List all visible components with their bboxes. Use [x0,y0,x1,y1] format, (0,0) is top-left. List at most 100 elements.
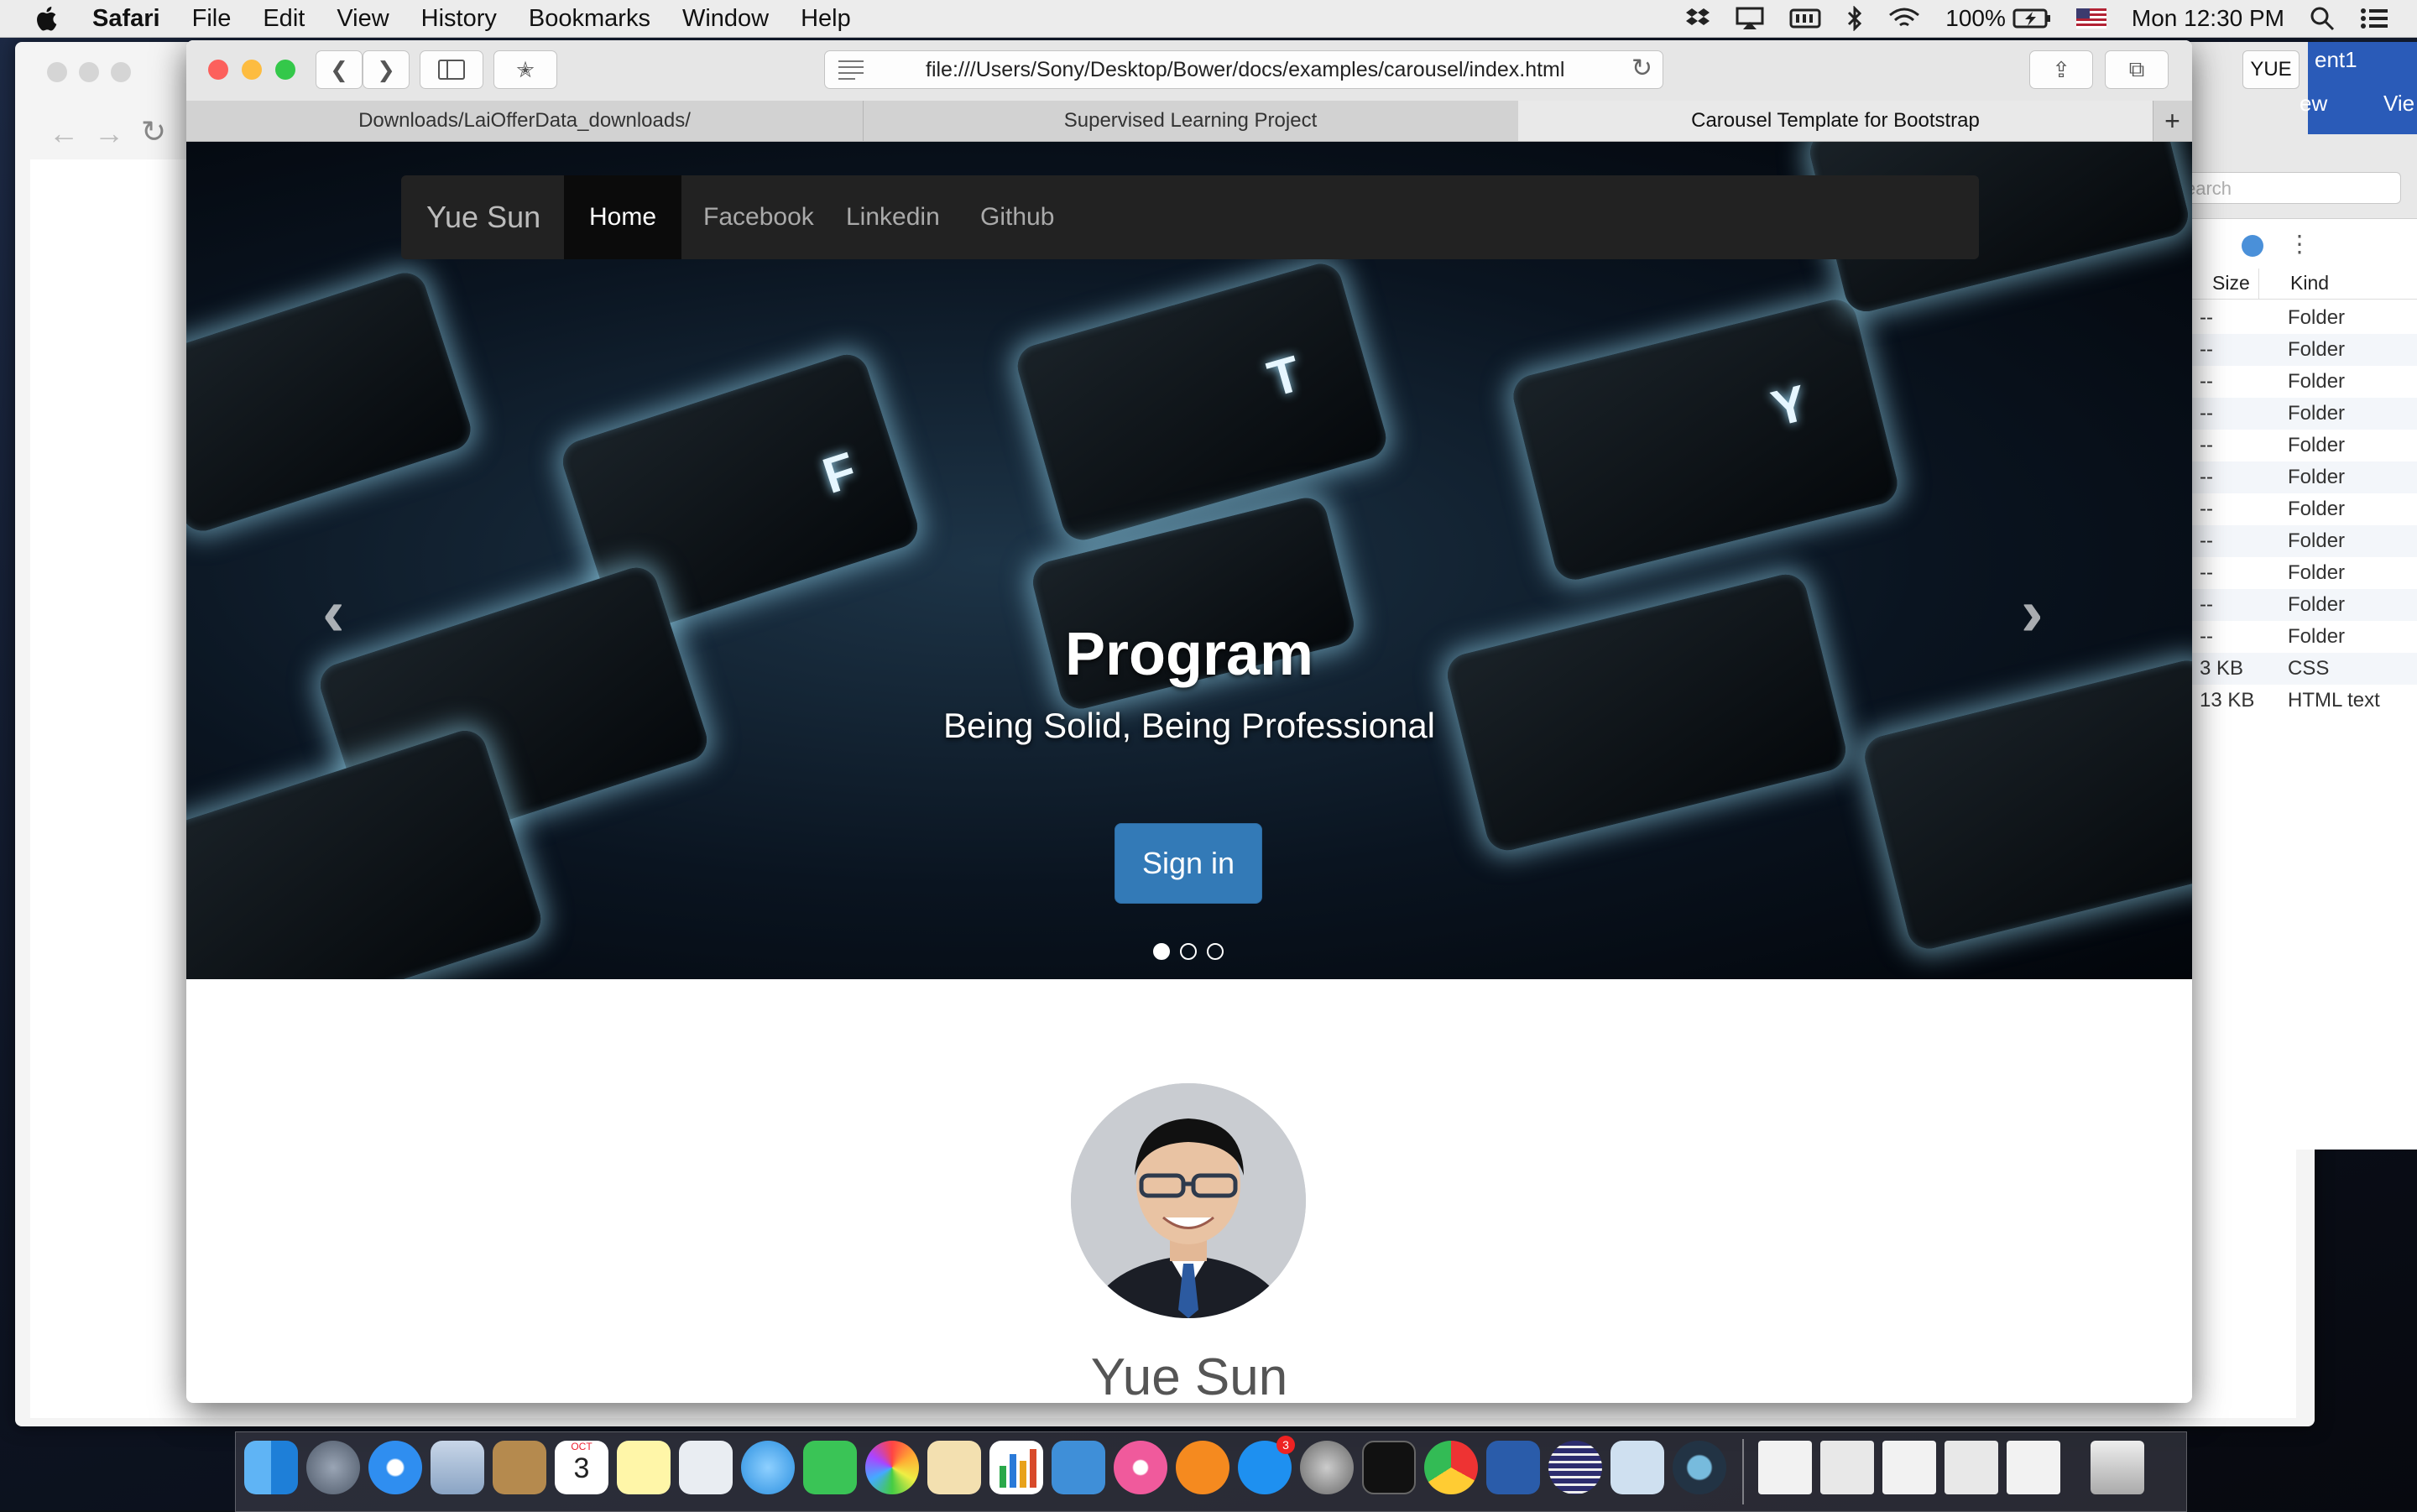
safari-dock-icon[interactable] [368,1441,422,1494]
finder-file-row[interactable]: 13 KB HTML text [2174,685,2417,717]
safari-window[interactable]: ❮ ❯ ✭ file:///Users/Sony/Desktop/Bower/d… [186,40,2192,1403]
notification-center-icon[interactable] [2360,7,2388,30]
finder-globe-icon[interactable] [2242,235,2263,257]
finder-file-row[interactable]: -- Folder [2174,589,2417,621]
finder-file-row[interactable]: -- Folder [2174,366,2417,398]
menu-bookmarks[interactable]: Bookmarks [529,5,650,33]
chrome-dock-icon[interactable] [1424,1441,1478,1494]
finder-file-row[interactable]: -- Folder [2174,461,2417,493]
background-reload-icon[interactable]: ↻ [141,114,166,149]
wifi-icon[interactable] [1888,7,1920,30]
clock[interactable]: Mon 12:30 PM [2132,5,2284,32]
sidebar-button[interactable] [420,50,483,89]
finder-more-icon[interactable]: ⋮ [2288,230,2311,258]
system-preferences-dock-icon[interactable] [1300,1441,1354,1494]
calendar-dock-icon[interactable]: OCT 3 [555,1441,608,1494]
memory-icon[interactable] [1789,8,1821,29]
finder-file-row[interactable]: -- Folder [2174,398,2417,430]
reload-icon[interactable]: ↻ [1631,54,1652,83]
battery-icon[interactable] [2012,8,2051,29]
notes-dock-icon[interactable] [617,1441,671,1494]
finder-file-row[interactable]: 3 KB CSS [2174,653,2417,685]
share-button[interactable]: ⇪ [2029,50,2093,89]
nav-github[interactable]: Github [955,175,1079,259]
address-bar[interactable]: file:///Users/Sony/Desktop/Bower/docs/ex… [824,50,1663,89]
eclipse-dock-icon[interactable] [1548,1441,1602,1494]
word-dock-icon[interactable] [1486,1441,1540,1494]
ibooks-dock-icon[interactable] [1176,1441,1229,1494]
menu-edit[interactable]: Edit [263,5,305,33]
tab-carousel-template[interactable]: Carousel Template for Bootstrap [1518,101,2153,141]
minimized-window-5[interactable] [2007,1441,2060,1494]
nav-linkedin[interactable]: Linkedin [821,175,965,259]
navbar-brand[interactable]: Yue Sun [426,175,540,259]
preview-dock-icon[interactable] [1610,1441,1664,1494]
quicktime-dock-icon[interactable] [1673,1441,1726,1494]
photos-dock-icon[interactable] [865,1441,919,1494]
menu-help[interactable]: Help [801,5,851,33]
menu-app-name[interactable]: Safari [92,5,160,33]
finder-file-row[interactable]: -- Folder [2174,621,2417,653]
new-tab-button[interactable]: + [2153,101,2192,141]
finder-file-row[interactable]: -- Folder [2174,334,2417,366]
contacts-dock-icon[interactable] [493,1441,546,1494]
carousel-indicator-1[interactable] [1153,943,1170,960]
finder-file-row[interactable]: -- Folder [2174,557,2417,589]
apple-icon[interactable] [34,4,62,33]
top-sites-button[interactable]: ✭ [493,50,557,89]
dropbox-icon[interactable] [1685,7,1710,30]
menu-history[interactable]: History [421,5,497,33]
launchpad-dock-icon[interactable] [306,1441,360,1494]
finder-file-row[interactable]: -- Folder [2174,525,2417,557]
menu-file[interactable]: File [192,5,232,33]
reminders-dock-icon[interactable] [679,1441,733,1494]
battery-percentage[interactable]: 100% [1945,5,2006,32]
user-profile-button[interactable]: YUE [2242,50,2300,89]
keynote-dock-icon[interactable] [1052,1441,1105,1494]
minimized-window-1[interactable] [1758,1441,1812,1494]
back-button[interactable]: ❮ [316,50,363,89]
minimized-window-3[interactable] [1882,1441,1936,1494]
url-text[interactable]: file:///Users/Sony/Desktop/Bower/docs/ex… [926,51,1563,88]
background-back-icon[interactable]: ← [49,116,79,151]
pages-dock-icon[interactable] [927,1441,981,1494]
background-blue-window[interactable]: ent1 ew Vie [2300,42,2417,134]
airplay-icon[interactable] [1736,7,1764,30]
minimize-button[interactable] [242,60,262,80]
finder-file-row[interactable]: -- Folder [2174,493,2417,525]
spotlight-icon[interactable] [2310,6,2335,31]
mail-dock-icon[interactable] [431,1441,484,1494]
menu-window[interactable]: Window [682,5,769,33]
forward-button[interactable]: ❯ [363,50,410,89]
nav-home[interactable]: Home [564,175,682,259]
reader-icon[interactable] [838,60,864,80]
minimized-window-2[interactable] [1820,1441,1874,1494]
tab-downloads[interactable]: Downloads/LaiOfferData_downloads/ [186,101,864,141]
minimized-window-4[interactable] [1945,1441,1998,1494]
carousel-indicator-3[interactable] [1207,943,1224,960]
show-tabs-button[interactable]: ⧉ [2105,50,2169,89]
messages-dock-icon[interactable] [741,1441,795,1494]
finder-file-row[interactable]: -- Folder [2174,430,2417,461]
carousel-indicator-2[interactable] [1180,943,1197,960]
numbers-dock-icon[interactable] [989,1441,1043,1494]
inactive-minimize-dot[interactable] [79,62,99,82]
finder-dock-icon[interactable] [244,1441,298,1494]
inactive-zoom-dot[interactable] [111,62,131,82]
kind-column-header[interactable]: Kind [2290,272,2329,295]
facetime-dock-icon[interactable] [803,1441,857,1494]
size-column-header[interactable]: Size [2212,272,2250,295]
menu-view[interactable]: View [337,5,389,33]
background-forward-icon[interactable]: → [94,116,124,151]
trash-dock-icon[interactable] [2091,1441,2144,1494]
app-store-dock-icon[interactable]: 3 [1238,1436,1295,1494]
nav-facebook[interactable]: Facebook [678,175,839,259]
close-button[interactable] [208,60,228,80]
itunes-dock-icon[interactable] [1114,1441,1167,1494]
finder-file-row[interactable]: -- Folder [2174,302,2417,334]
us-flag-icon[interactable] [2075,8,2106,29]
finder-search-input[interactable]: earch [2174,172,2401,204]
inactive-close-dot[interactable] [47,62,67,82]
finder-window[interactable]: earch ⋮ Size Kind -- Folder -- Folder -- Fold… [2174,42,2417,1150]
tab-supervised-learning[interactable]: Supervised Learning Project [863,101,1519,141]
